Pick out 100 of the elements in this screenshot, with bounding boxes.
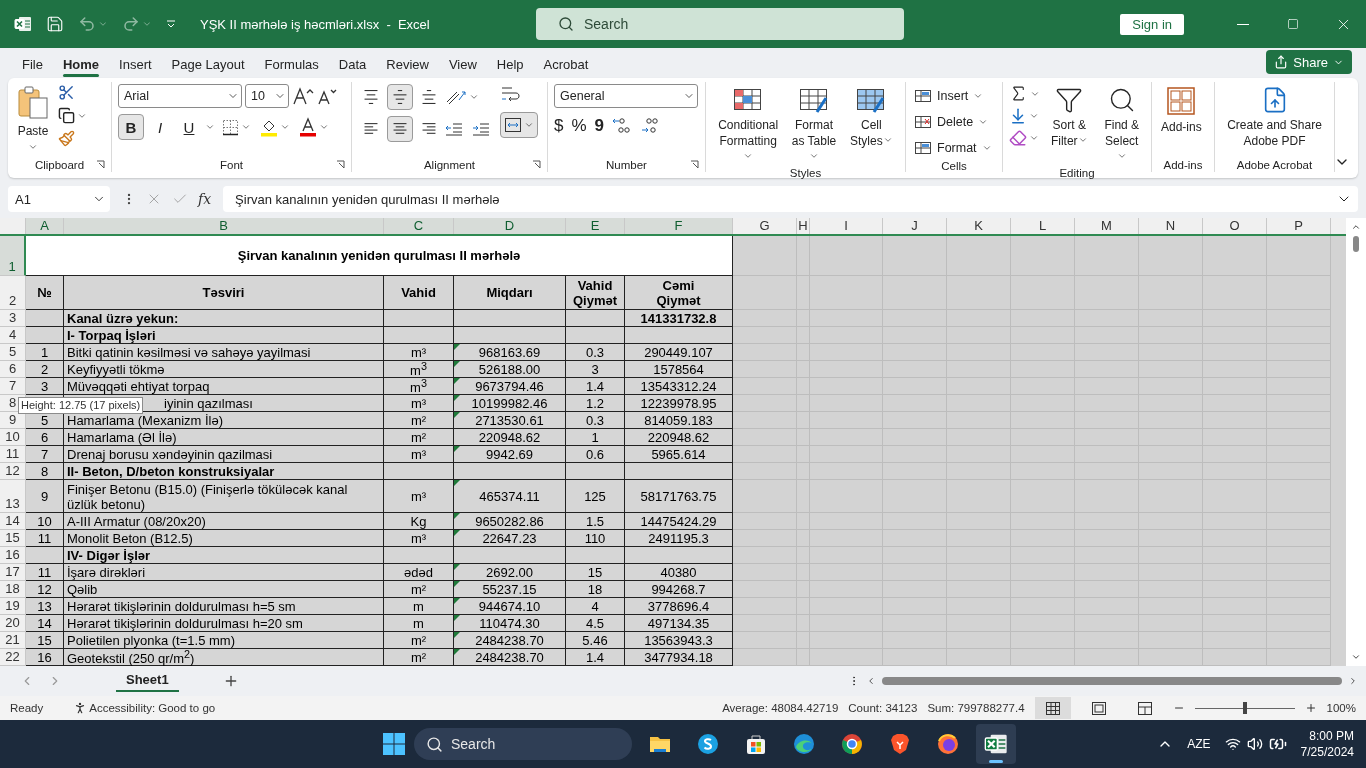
vertical-scrollbar[interactable] [1346, 218, 1366, 666]
menu-tab[interactable]: View [438, 57, 487, 78]
row-header[interactable]: 13 [0, 480, 26, 513]
insert-function-button[interactable]: fx [198, 191, 212, 207]
name-box[interactable]: A1 [8, 186, 110, 212]
text-style-button[interactable]: I [147, 114, 173, 140]
editing-button[interactable]: Sort & Filter [1046, 84, 1093, 151]
row-header[interactable]: 9 [0, 412, 26, 429]
sign-in-button[interactable]: Sign in [1120, 13, 1184, 35]
row-header[interactable]: 10 [0, 429, 26, 446]
clear-button[interactable] [1009, 129, 1039, 147]
number-format-button[interactable]: 9 [594, 114, 605, 138]
column-header[interactable]: H [797, 218, 810, 234]
row-header[interactable]: 19 [0, 598, 26, 615]
row-header[interactable]: 16 [0, 547, 26, 564]
zoom-thumb[interactable] [1242, 702, 1247, 714]
view-button[interactable] [1034, 697, 1071, 719]
create-pdf-button[interactable]: Create and Share Adobe PDF [1221, 84, 1328, 151]
row-header[interactable]: 6 [0, 361, 26, 378]
font-name-field[interactable]: Arial [118, 84, 242, 108]
row-header[interactable]: 14 [0, 513, 26, 530]
borders-button[interactable] [222, 118, 251, 136]
row-header[interactable]: 4 [0, 327, 26, 344]
cells-button[interactable]: Insert [912, 84, 986, 108]
row-header[interactable]: 18 [0, 581, 26, 598]
menu-tab[interactable]: Help [486, 57, 534, 78]
add-ins-button[interactable]: Add-ins [1158, 84, 1205, 137]
decrease-font-button[interactable] [317, 87, 337, 105]
number-format-button[interactable]: % [571, 114, 587, 138]
speaker-icon[interactable] [1246, 736, 1263, 752]
menu-tab[interactable]: Data [328, 57, 377, 78]
scrollbar-thumb[interactable] [1353, 236, 1359, 252]
share-button[interactable]: Share [1266, 50, 1352, 74]
start-icon[interactable] [382, 732, 406, 756]
scrollbar-thumb[interactable] [882, 677, 1342, 685]
paste-button[interactable]: Paste [14, 84, 52, 154]
taskbar-app-button[interactable] [976, 724, 1016, 764]
search-field[interactable]: Search [536, 8, 904, 40]
number-format-button[interactable]: $ [554, 114, 564, 138]
zoom-value[interactable]: 100% [1326, 702, 1356, 714]
row-header[interactable]: 22 [0, 649, 26, 666]
wifi-icon[interactable] [1224, 736, 1241, 752]
text-style-button[interactable]: B [118, 114, 144, 140]
menu-tab[interactable]: File [12, 57, 53, 78]
menu-tab[interactable]: Page Layout [161, 57, 255, 78]
increase-font-button[interactable] [292, 87, 314, 105]
font-color-button[interactable] [299, 117, 329, 137]
row-header[interactable]: 20 [0, 615, 26, 632]
column-header[interactable]: E [566, 218, 625, 234]
menu-tab[interactable]: Review [376, 57, 439, 78]
column-header[interactable]: B [64, 218, 384, 234]
row-header[interactable]: 7 [0, 378, 26, 395]
zoom-slider[interactable] [1194, 701, 1295, 715]
cells-button[interactable]: Delete [912, 110, 991, 134]
number-format-field[interactable]: General [554, 84, 698, 108]
column-header[interactable]: D [454, 218, 566, 234]
undo-button[interactable] [78, 15, 108, 33]
column-header[interactable]: A [26, 218, 64, 234]
row-header[interactable]: 5 [0, 344, 26, 361]
taskbar-search-field[interactable]: Search [414, 728, 632, 760]
row-header[interactable]: 11 [0, 446, 26, 463]
row-header[interactable]: 3 [0, 310, 26, 327]
decrease-indent-button[interactable] [445, 121, 463, 137]
row-header[interactable]: 17 [0, 564, 26, 581]
menu-tab[interactable]: Home [52, 57, 110, 78]
font-size-field[interactable]: 10 [245, 84, 289, 108]
cut-button[interactable] [58, 84, 75, 101]
format-painter-button[interactable] [58, 130, 75, 147]
column-header[interactable]: C [384, 218, 454, 234]
orientation-button[interactable] [445, 88, 479, 106]
sheet-tab[interactable]: Sheet1 [116, 670, 179, 692]
menu-tab[interactable]: Insert [109, 57, 162, 78]
merge-center-button[interactable] [500, 112, 538, 138]
row-header[interactable]: 12 [0, 463, 26, 480]
dialog-launcher-icon[interactable] [690, 160, 699, 169]
menu-tab[interactable]: Formulas [254, 57, 329, 78]
row-header[interactable]: 1 [0, 236, 26, 276]
editing-button[interactable]: Find & Select [1098, 84, 1145, 167]
language-indicator[interactable]: AZE [1187, 737, 1211, 751]
accessibility-status[interactable]: Accessibility: Good to go [89, 702, 216, 714]
styles-button[interactable]: Cell Styles [843, 84, 899, 151]
increase-decimal-button[interactable] [612, 117, 633, 135]
dialog-launcher-icon[interactable] [336, 160, 345, 169]
customize-toolbar-button[interactable] [166, 20, 176, 28]
text-style-button[interactable]: U [176, 114, 202, 140]
row-header[interactable]: 15 [0, 530, 26, 547]
fill-button[interactable] [1009, 107, 1039, 125]
dialog-launcher-icon[interactable] [96, 160, 105, 169]
copy-button[interactable] [58, 107, 87, 124]
menu-tab[interactable]: Acrobat [533, 57, 599, 78]
row-header[interactable]: 2 [0, 276, 26, 310]
row-header[interactable]: 21 [0, 632, 26, 649]
styles-button[interactable]: Conditional Formatting [712, 84, 785, 167]
styles-button[interactable]: Format as Table [786, 84, 842, 167]
clock-time[interactable]: 8:00 PM [1309, 728, 1354, 744]
column-header[interactable]: F [625, 218, 733, 234]
dialog-launcher-icon[interactable] [532, 160, 541, 169]
formula-field[interactable]: Şirvan kanalının yenidən qurulması II mərhələ [223, 186, 1358, 212]
increase-indent-button[interactable] [472, 121, 490, 137]
redo-button[interactable] [122, 15, 152, 33]
